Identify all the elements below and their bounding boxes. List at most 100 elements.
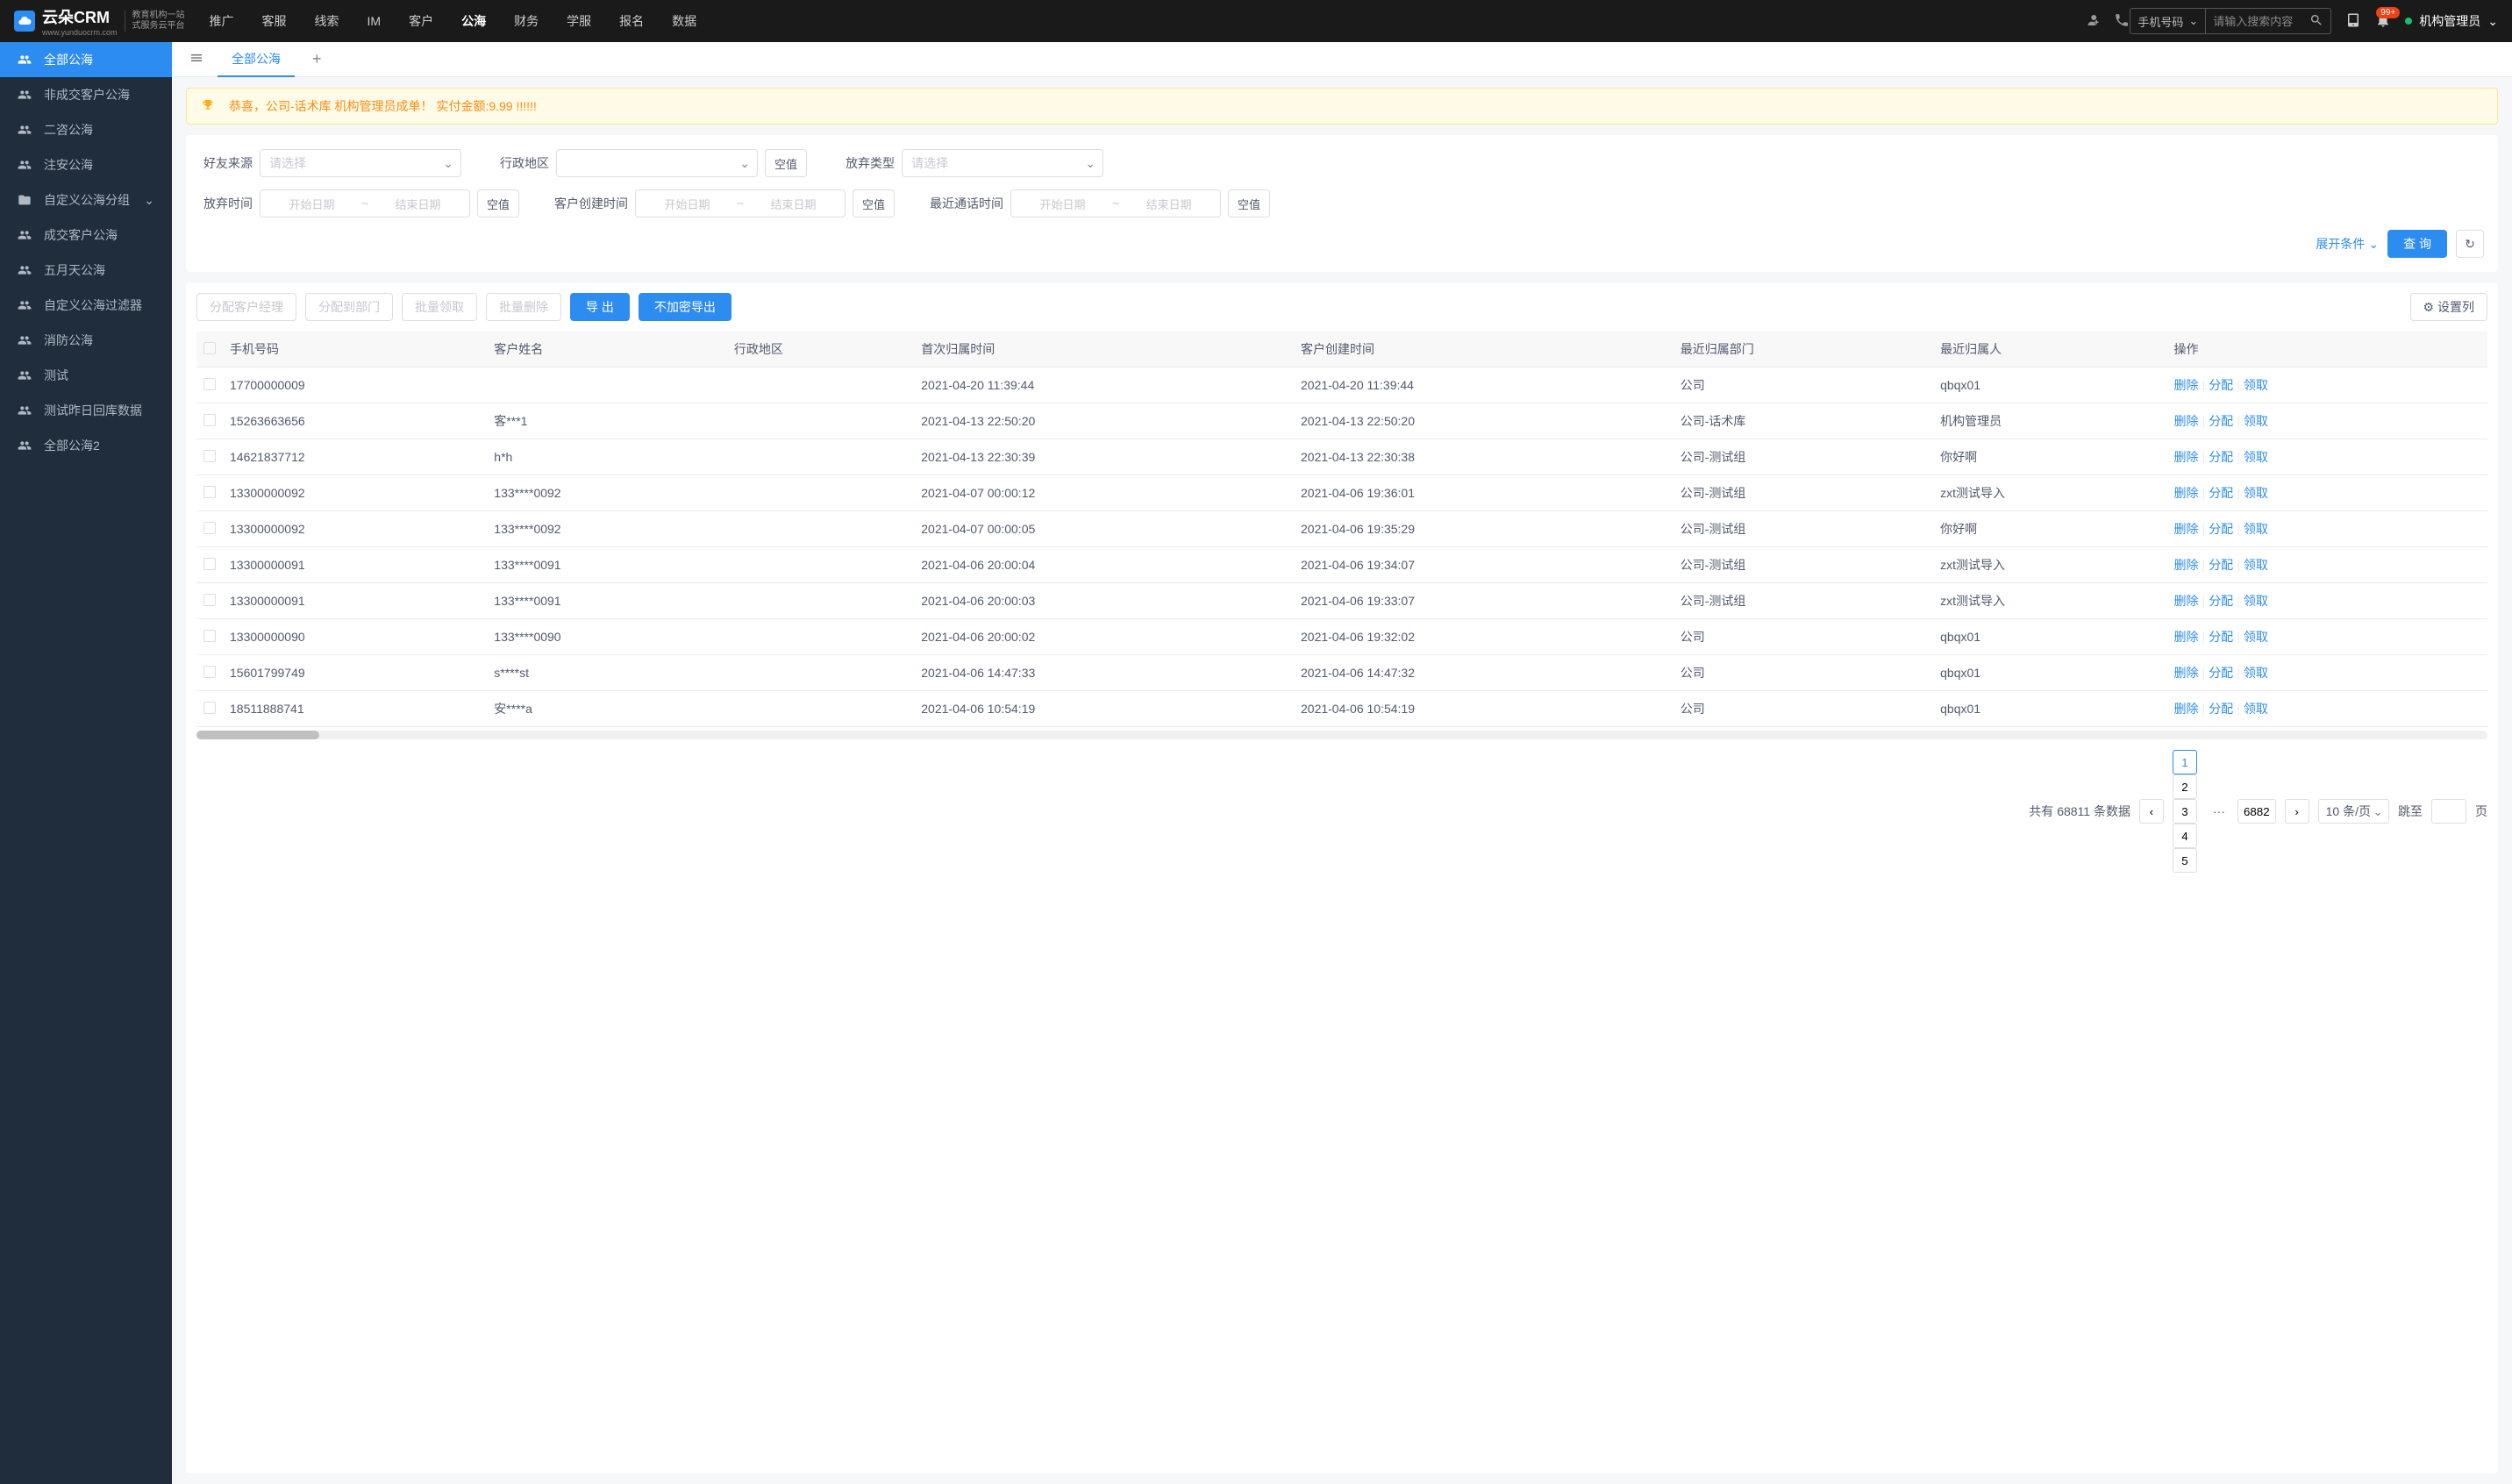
next-page-button[interactable]: › [2285, 799, 2309, 824]
page-number-button[interactable]: 2 [2173, 774, 2197, 799]
assign-link[interactable]: 分配 [2209, 486, 2233, 500]
set-columns-button[interactable]: ⚙ 设置列 [2410, 293, 2487, 321]
claim-link[interactable]: 领取 [2244, 414, 2268, 428]
sidebar-item[interactable]: 五月天公海 [0, 253, 172, 288]
nav-item[interactable]: IM [364, 0, 385, 42]
sidebar-item[interactable]: 测试 [0, 358, 172, 393]
sidebar-item[interactable]: 自定义公海分组⌄ [0, 182, 172, 218]
row-checkbox[interactable] [203, 594, 216, 606]
assign-link[interactable]: 分配 [2209, 558, 2233, 572]
sidebar-item[interactable]: 全部公海 [0, 42, 172, 77]
select-all-checkbox[interactable] [203, 342, 216, 354]
claim-link[interactable]: 领取 [2244, 378, 2268, 392]
page-number-button[interactable]: 3 [2173, 799, 2197, 824]
call-time-range[interactable]: 开始日期~结束日期 [1010, 189, 1221, 218]
horizontal-scrollbar[interactable] [196, 731, 2487, 739]
delete-link[interactable]: 删除 [2174, 378, 2199, 392]
table-scroll[interactable]: 手机号码客户姓名行政地区首次归属时间客户创建时间最近归属部门最近归属人操作 17… [196, 332, 2487, 727]
delete-link[interactable]: 删除 [2174, 450, 2199, 464]
page-number-button[interactable]: 1 [2173, 750, 2197, 774]
nav-item[interactable]: 线索 [311, 0, 343, 42]
page-size-select[interactable]: 10 条/页 [2318, 799, 2389, 824]
user-menu[interactable]: 机构管理员 ⌄ [2405, 12, 2498, 30]
sidebar-item[interactable]: 成交客户公海 [0, 218, 172, 253]
claim-link[interactable]: 领取 [2244, 594, 2268, 608]
delete-link[interactable]: 删除 [2174, 558, 2199, 572]
delete-link[interactable]: 删除 [2174, 702, 2199, 716]
refresh-button[interactable]: ↻ [2456, 230, 2484, 258]
query-button[interactable]: 查 询 [2387, 230, 2447, 258]
phone-icon[interactable] [2114, 12, 2130, 31]
batch-delete-button[interactable]: 批量删除 [486, 293, 561, 321]
claim-link[interactable]: 领取 [2244, 630, 2268, 644]
row-checkbox[interactable] [203, 486, 216, 498]
claim-link[interactable]: 领取 [2244, 558, 2268, 572]
row-checkbox[interactable] [203, 450, 216, 462]
search-type-select[interactable]: 手机号码⌄ [2130, 9, 2206, 33]
delete-link[interactable]: 删除 [2174, 666, 2199, 680]
create-time-empty-button[interactable]: 空值 [853, 189, 895, 218]
assign-link[interactable]: 分配 [2209, 594, 2233, 608]
nav-item[interactable]: 数据 [668, 0, 700, 42]
assign-link[interactable]: 分配 [2209, 630, 2233, 644]
sidebar-item[interactable]: 注安公海 [0, 147, 172, 182]
search-icon[interactable] [2302, 13, 2330, 30]
nav-item[interactable]: 报名 [616, 0, 647, 42]
assign-link[interactable]: 分配 [2209, 414, 2233, 428]
sidebar-item[interactable]: 非成交客户公海 [0, 77, 172, 112]
assign-link[interactable]: 分配 [2209, 378, 2233, 392]
bell-icon[interactable]: 99+ [2375, 12, 2391, 31]
row-checkbox[interactable] [203, 630, 216, 642]
assign-manager-button[interactable]: 分配客户经理 [196, 293, 296, 321]
prev-page-button[interactable]: ‹ [2139, 799, 2164, 824]
nav-item[interactable]: 推广 [206, 0, 238, 42]
nav-item[interactable]: 公海 [458, 0, 489, 42]
delete-link[interactable]: 删除 [2174, 522, 2199, 536]
tabs-toggle-icon[interactable] [182, 47, 211, 71]
abandon-time-range[interactable]: 开始日期~结束日期 [260, 189, 470, 218]
logo[interactable]: 云朵CRM www.yunduocrm.com 教育机构一站 式服务云平台 [14, 5, 185, 37]
export-plain-button[interactable]: 不加密导出 [639, 293, 731, 321]
assign-link[interactable]: 分配 [2209, 702, 2233, 716]
add-user-icon[interactable] [2084, 12, 2100, 31]
sidebar-item[interactable]: 消防公海 [0, 323, 172, 358]
assign-link[interactable]: 分配 [2209, 522, 2233, 536]
delete-link[interactable]: 删除 [2174, 414, 2199, 428]
call-time-empty-button[interactable]: 空值 [1228, 189, 1270, 218]
tab-all-public[interactable]: 全部公海 [218, 42, 295, 77]
claim-link[interactable]: 领取 [2244, 450, 2268, 464]
delete-link[interactable]: 删除 [2174, 486, 2199, 500]
claim-link[interactable]: 领取 [2244, 666, 2268, 680]
sidebar-item[interactable]: 自定义公海过滤器 [0, 288, 172, 323]
tablet-icon[interactable] [2345, 12, 2361, 31]
nav-item[interactable]: 财务 [510, 0, 542, 42]
sidebar-item[interactable]: 测试昨日回库数据 [0, 393, 172, 428]
delete-link[interactable]: 删除 [2174, 630, 2199, 644]
delete-link[interactable]: 删除 [2174, 594, 2199, 608]
row-checkbox[interactable] [203, 414, 216, 426]
jump-page-input[interactable] [2431, 799, 2466, 824]
region-empty-button[interactable]: 空值 [765, 149, 807, 177]
row-checkbox[interactable] [203, 666, 216, 678]
batch-claim-button[interactable]: 批量领取 [402, 293, 477, 321]
friend-source-select[interactable]: 请选择 [260, 149, 461, 177]
assign-link[interactable]: 分配 [2209, 666, 2233, 680]
create-time-range[interactable]: 开始日期~结束日期 [635, 189, 846, 218]
assign-link[interactable]: 分配 [2209, 450, 2233, 464]
row-checkbox[interactable] [203, 378, 216, 390]
last-page-button[interactable]: 6882 [2237, 799, 2276, 824]
nav-item[interactable]: 客户 [405, 0, 437, 42]
sidebar-item[interactable]: 全部公海2 [0, 428, 172, 463]
claim-link[interactable]: 领取 [2244, 702, 2268, 716]
region-select[interactable] [556, 149, 758, 177]
claim-link[interactable]: 领取 [2244, 486, 2268, 500]
nav-item[interactable]: 学服 [563, 0, 595, 42]
sidebar-item[interactable]: 二咨公海 [0, 112, 172, 147]
export-button[interactable]: 导 出 [570, 293, 630, 321]
abandon-type-select[interactable]: 请选择 [902, 149, 1103, 177]
expand-filters-button[interactable]: 展开条件⌄ [2316, 235, 2379, 253]
claim-link[interactable]: 领取 [2244, 522, 2268, 536]
row-checkbox[interactable] [203, 522, 216, 534]
abandon-time-empty-button[interactable]: 空值 [477, 189, 519, 218]
row-checkbox[interactable] [203, 558, 216, 570]
